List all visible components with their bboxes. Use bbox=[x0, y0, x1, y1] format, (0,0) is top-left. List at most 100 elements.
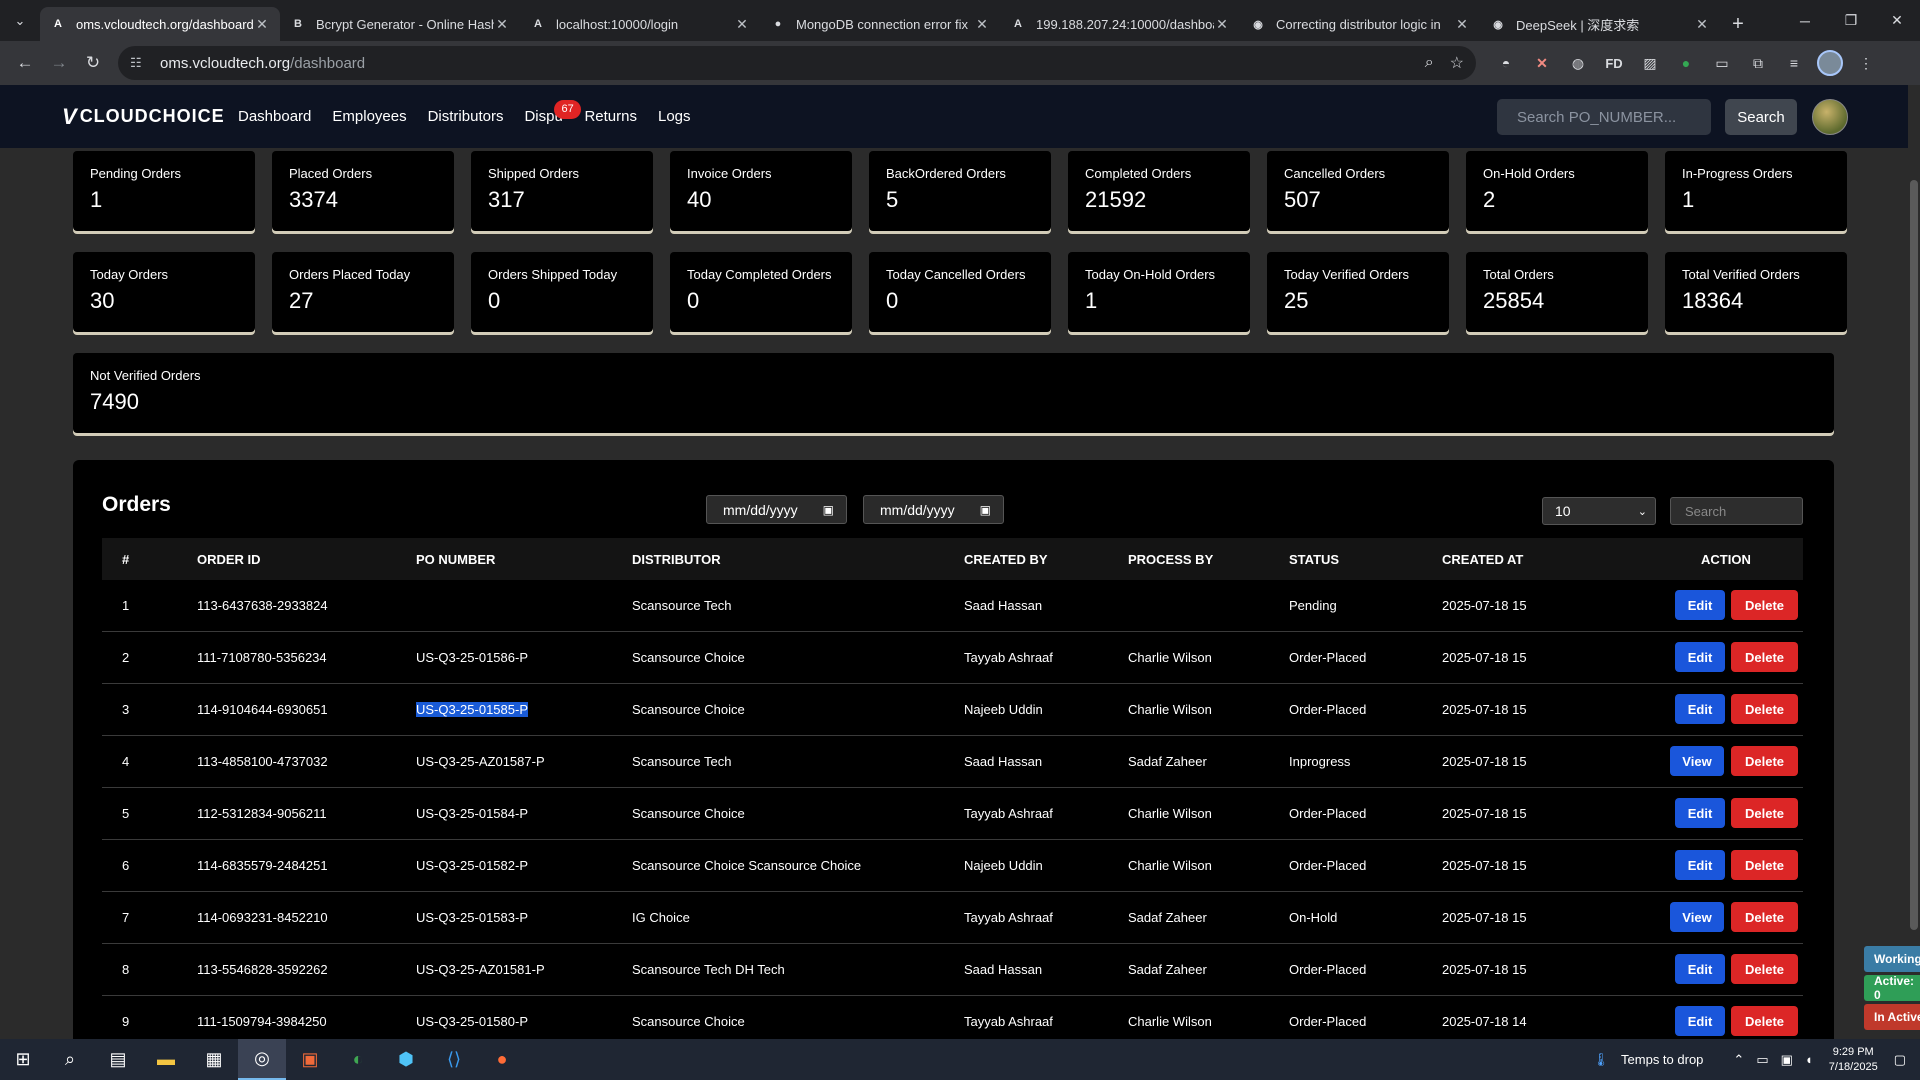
taskbar-search-icon[interactable]: ⌕ bbox=[46, 1039, 94, 1080]
table-row[interactable]: 8 113-5546828-3592262 US-Q3-25-AZ01581-P Sc… bbox=[102, 944, 1803, 996]
table-row[interactable]: 7 114-0693231-8452210 US-Q3-25-01583-P IG C… bbox=[102, 892, 1803, 944]
nav-disputes[interactable]: Disputes 67 bbox=[524, 100, 581, 125]
delete-button[interactable]: Delete bbox=[1731, 694, 1798, 724]
table-row[interactable]: 2 111-7108780-5356234 US-Q3-25-01586-P Scan… bbox=[102, 632, 1803, 684]
app-hex-icon[interactable]: ⬢ bbox=[382, 1039, 430, 1080]
page-size-select[interactable]: 10 ⌄ bbox=[1542, 497, 1656, 525]
table-row[interactable]: 9 111-1509794-3984250 US-Q3-25-01580-P Scan… bbox=[102, 996, 1803, 1039]
battery-icon[interactable]: ▭ bbox=[1756, 1052, 1768, 1068]
nav-logs[interactable]: Logs bbox=[658, 108, 691, 125]
address-bar[interactable]: ☷ oms.vcloudtech.org /dashboard ⌕ ☆ bbox=[118, 46, 1476, 80]
browser-tab[interactable]: Alocalhost:10000/login ✕ bbox=[520, 7, 760, 41]
close-tab-icon[interactable]: ✕ bbox=[974, 16, 990, 33]
windows-start-icon[interactable]: ⊞ bbox=[0, 1039, 46, 1080]
browser-tab[interactable]: ● MongoDB connection error fix ✕ bbox=[760, 7, 1000, 41]
green-extension-icon[interactable]: ● bbox=[1668, 46, 1704, 80]
image-extension-icon[interactable]: ▨ bbox=[1632, 46, 1668, 80]
edit-button[interactable]: Edit bbox=[1675, 1006, 1725, 1036]
bookmark-star-icon[interactable]: ☆ bbox=[1450, 53, 1464, 73]
calendar-icon[interactable]: ▣ bbox=[980, 503, 991, 517]
restore-icon[interactable]: ❐ bbox=[1828, 0, 1874, 41]
fd-extension-icon[interactable]: FD bbox=[1596, 46, 1632, 80]
table-search-input[interactable]: Search bbox=[1670, 497, 1803, 525]
postman-taskbar-icon[interactable]: ● bbox=[478, 1039, 526, 1080]
status-side-tag[interactable]: Working bbox=[1864, 946, 1920, 972]
incognito-extension-icon[interactable]: ◓ bbox=[1488, 46, 1524, 80]
browser-tab[interactable]: Aoms.vcloudtech.org/dashboard ✕ bbox=[40, 7, 280, 41]
page-scrollbar[interactable] bbox=[1908, 85, 1920, 1039]
tray-chevron-icon[interactable]: ⌃ bbox=[1733, 1052, 1744, 1068]
status-side-tag[interactable]: In Active bbox=[1864, 1004, 1920, 1030]
calendar-icon[interactable]: ▣ bbox=[823, 503, 834, 517]
close-tab-icon[interactable]: ✕ bbox=[254, 16, 270, 33]
edit-button[interactable]: Edit bbox=[1675, 642, 1725, 672]
user-avatar[interactable] bbox=[1812, 99, 1848, 135]
delete-button[interactable]: Delete bbox=[1731, 798, 1798, 828]
forward-icon[interactable]: → bbox=[42, 46, 76, 80]
notifications-icon[interactable]: ▢ bbox=[1894, 1052, 1906, 1068]
extensions-puzzle-icon[interactable]: ⧉ bbox=[1740, 46, 1776, 80]
browser-menu-icon[interactable]: ⋮ bbox=[1848, 46, 1884, 80]
task-view-icon[interactable]: ▤ bbox=[94, 1039, 142, 1080]
logo[interactable]: V CLOUDCHOICE bbox=[62, 104, 232, 130]
date-from-input[interactable]: mm/dd/yyyy ▣ bbox=[706, 495, 847, 524]
close-extension-icon[interactable]: ✕ bbox=[1524, 46, 1560, 80]
zoom-icon[interactable]: ⌕ bbox=[1425, 54, 1434, 72]
browser-tab[interactable]: ◉ Correcting distributor logic in ✕ bbox=[1240, 7, 1480, 41]
profile-avatar[interactable] bbox=[1812, 46, 1848, 80]
close-tab-icon[interactable]: ✕ bbox=[494, 16, 510, 33]
browser-tab[interactable]: A 199.188.207.24:10000/dashboard ✕ bbox=[1000, 7, 1240, 41]
po-search-button[interactable]: Search bbox=[1725, 99, 1797, 135]
edit-button[interactable]: Edit bbox=[1675, 590, 1725, 620]
weather-text[interactable]: Temps to drop bbox=[1621, 1052, 1703, 1067]
delete-button[interactable]: Delete bbox=[1731, 954, 1798, 984]
edit-button[interactable]: Edit bbox=[1675, 954, 1725, 984]
close-tab-icon[interactable]: ✕ bbox=[1454, 16, 1470, 33]
delete-button[interactable]: Delete bbox=[1731, 1006, 1798, 1036]
vscode-taskbar-icon[interactable]: ⟨⟩ bbox=[430, 1039, 478, 1080]
close-tab-icon[interactable]: ✕ bbox=[734, 16, 750, 33]
network-icon[interactable]: ▣ bbox=[1781, 1052, 1793, 1068]
delete-button[interactable]: Delete bbox=[1731, 902, 1798, 932]
po-search-input[interactable]: Search PO_NUMBER... bbox=[1497, 99, 1711, 135]
minimize-icon[interactable]: ─ bbox=[1782, 0, 1828, 41]
edit-button[interactable]: Edit bbox=[1675, 798, 1725, 828]
browser-tab[interactable]: ◉ DeepSeek | 深度求索 ✕ bbox=[1480, 7, 1720, 41]
system-clock[interactable]: 9:29 PM 7/18/2025 bbox=[1829, 1045, 1878, 1075]
delete-button[interactable]: Delete bbox=[1731, 590, 1798, 620]
table-row[interactable]: 6 114-6835579-2484251 US-Q3-25-01582-P Scan… bbox=[102, 840, 1803, 892]
view-button[interactable]: View bbox=[1670, 746, 1724, 776]
date-to-input[interactable]: mm/dd/yyyy ▣ bbox=[863, 495, 1004, 524]
store-icon[interactable]: ▦ bbox=[190, 1039, 238, 1080]
table-row[interactable]: 5 112-5312834-9056211 US-Q3-25-01584-P Scan… bbox=[102, 788, 1803, 840]
delete-button[interactable]: Delete bbox=[1731, 850, 1798, 880]
close-window-icon[interactable]: ✕ bbox=[1874, 0, 1920, 41]
table-row[interactable]: 1 113-6437638-2933824 Scansource Tech Saad … bbox=[102, 580, 1803, 632]
nav-dashboard[interactable]: Dashboard bbox=[238, 108, 311, 125]
mongodb-compass-icon[interactable]: ◐ bbox=[334, 1039, 382, 1080]
nav-returns[interactable]: Returns bbox=[584, 108, 637, 125]
media-control-icon[interactable]: ≡ bbox=[1776, 46, 1812, 80]
window-extension-icon[interactable]: ▭ bbox=[1704, 46, 1740, 80]
site-info-icon[interactable]: ☷ bbox=[130, 55, 150, 71]
back-icon[interactable]: ← bbox=[8, 46, 42, 80]
globe-extension-icon[interactable]: ◍ bbox=[1560, 46, 1596, 80]
close-tab-icon[interactable]: ✕ bbox=[1214, 16, 1230, 33]
status-side-tag[interactable]: Active: 0 bbox=[1864, 974, 1920, 1002]
scrollbar-thumb[interactable] bbox=[1910, 180, 1918, 930]
tab-search-chevron-icon[interactable]: ⌄ bbox=[0, 0, 40, 41]
browser-tab[interactable]: B Bcrypt Generator - Online Hash ✕ bbox=[280, 7, 520, 41]
volume-icon[interactable]: ◖ bbox=[1805, 1052, 1813, 1067]
edit-button[interactable]: Edit bbox=[1675, 694, 1725, 724]
delete-button[interactable]: Delete bbox=[1731, 746, 1798, 776]
zotero-taskbar-icon[interactable]: ▣ bbox=[286, 1039, 334, 1080]
nav-employees[interactable]: Employees bbox=[332, 108, 406, 125]
chrome-taskbar-icon[interactable]: ◎ bbox=[238, 1039, 286, 1080]
reload-icon[interactable]: ↻ bbox=[76, 46, 110, 80]
nav-distributors[interactable]: Distributors bbox=[428, 108, 504, 125]
edit-button[interactable]: Edit bbox=[1675, 850, 1725, 880]
view-button[interactable]: View bbox=[1670, 902, 1724, 932]
table-row[interactable]: 4 113-4858100-4737032 US-Q3-25-AZ01587-P Sc… bbox=[102, 736, 1803, 788]
delete-button[interactable]: Delete bbox=[1731, 642, 1798, 672]
table-row[interactable]: 3 114-9104644-6930651 US-Q3-25-01585-P Scan… bbox=[102, 684, 1803, 736]
